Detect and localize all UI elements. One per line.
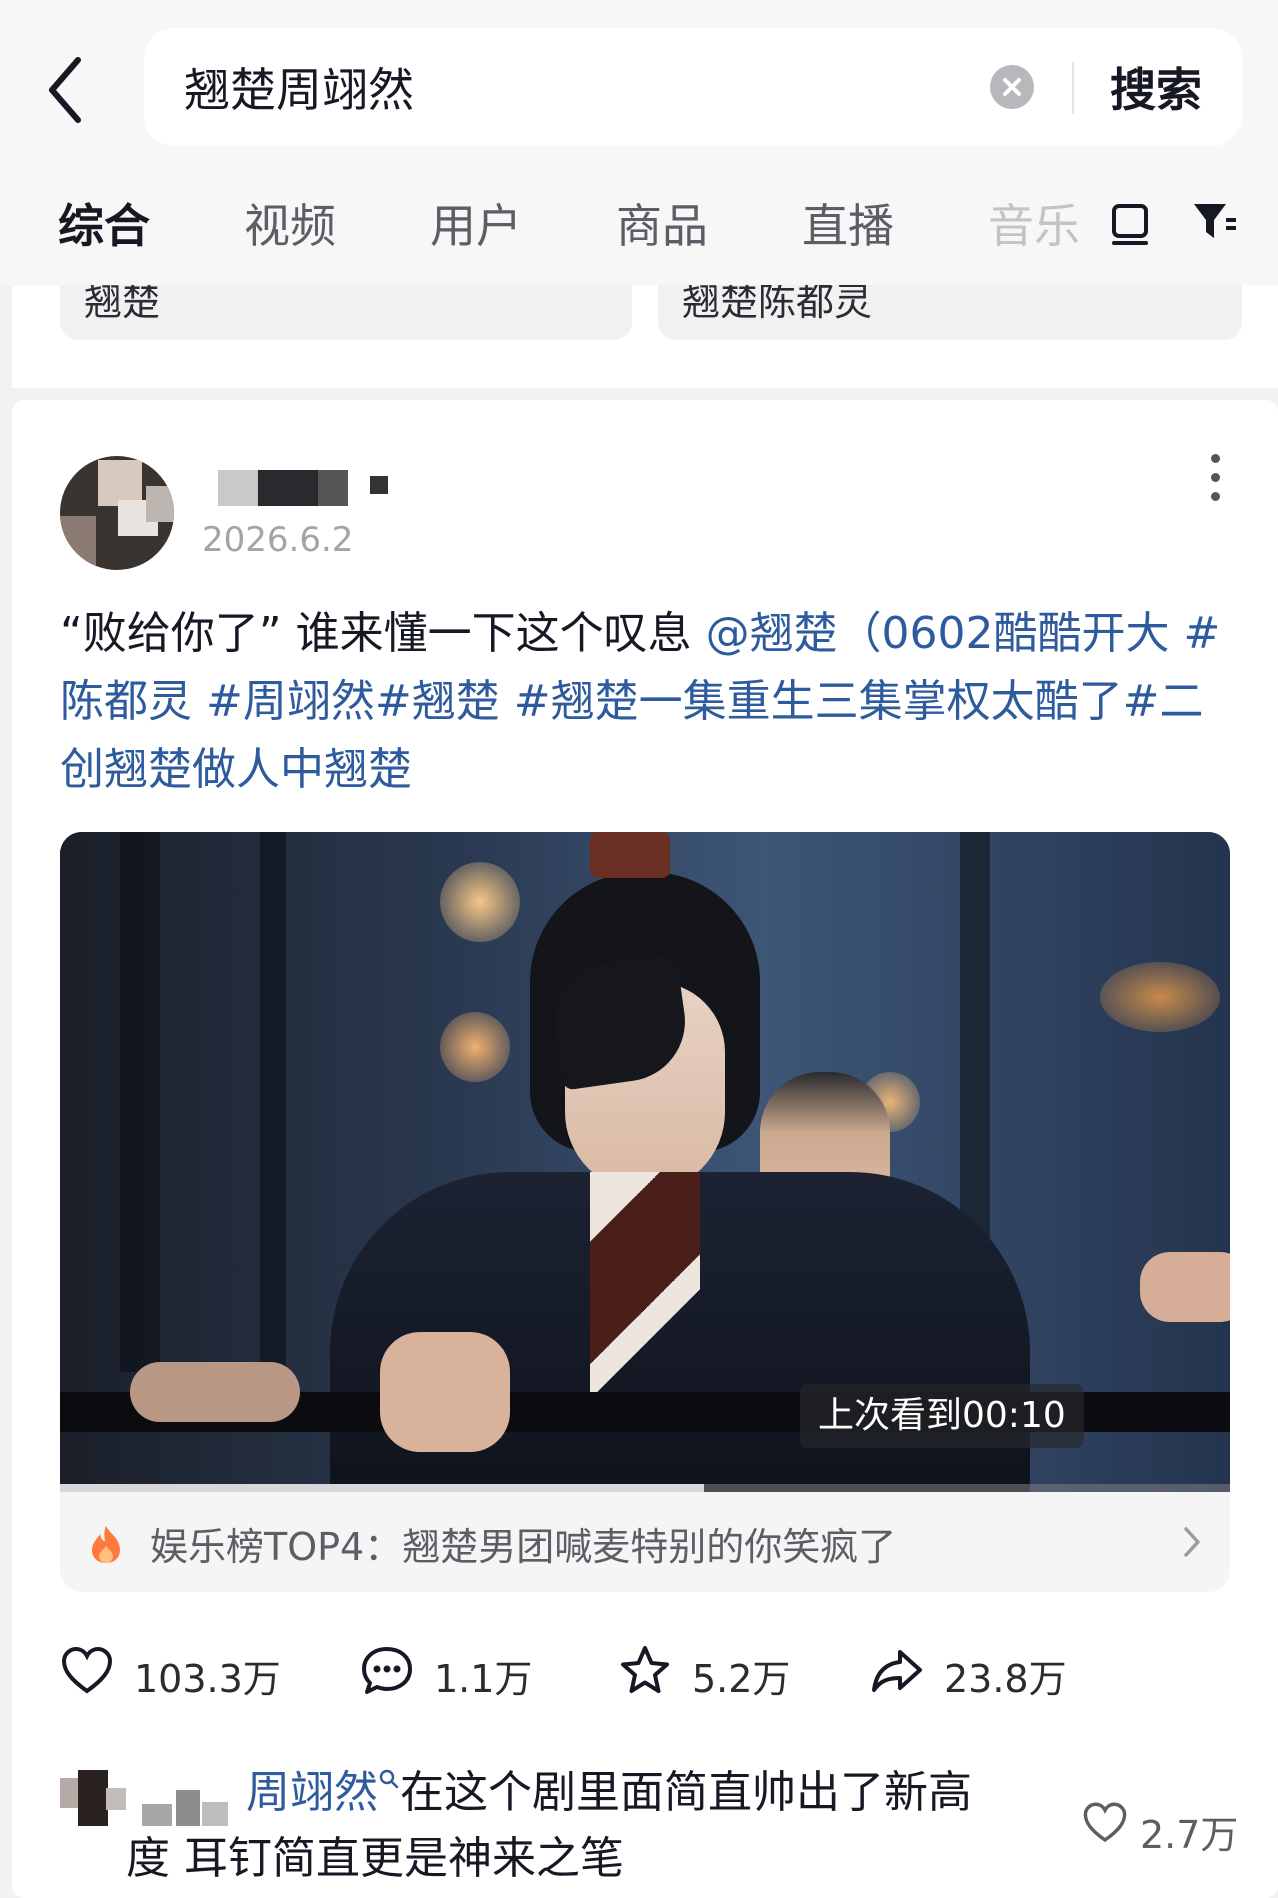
trending-rank-text: 娱乐榜TOP4：翘楚男团喊麦特别的你笑疯了 — [150, 1525, 897, 1569]
comment-icon — [362, 1647, 412, 1694]
clear-icon[interactable] — [990, 65, 1034, 109]
search-icon — [379, 1769, 399, 1789]
video-player[interactable]: 上次看到00:10 — [60, 832, 1230, 1492]
comment-mention[interactable]: 周翊然 — [246, 1767, 378, 1818]
post-card: 2026.6.2 “败给你了” 谁来懂一下这个叹息 @翘楚（0602酷酷开大 #… — [12, 400, 1278, 1898]
search-button[interactable]: 搜索 — [1110, 54, 1202, 120]
post-action-bar: 103.3万 1.1万 5.2万 23.8万 — [12, 1610, 1278, 1730]
comment-count: 1.1万 — [434, 1657, 533, 1701]
favorite-count: 5.2万 — [692, 1657, 791, 1701]
tab-live[interactable]: 直播 — [802, 190, 894, 256]
tab-music[interactable]: 音乐 — [988, 190, 1080, 256]
post-caption: “败给你了” 谁来懂一下这个叹息 @翘楚（0602酷酷开大 #陈都灵 #周翊然#… — [60, 600, 1240, 804]
like-count: 103.3万 — [134, 1657, 281, 1701]
heart-icon — [1083, 1802, 1127, 1843]
top-comment[interactable]: 周翊然 在这个剧里面简直帅出了新高度 耳钉简直更是神来之笔 2.7万 — [12, 1760, 1278, 1898]
star-icon — [621, 1646, 669, 1693]
tab-video[interactable]: 视频 — [244, 190, 336, 256]
tab-general[interactable]: 综合 — [58, 190, 150, 256]
related-card-left[interactable]: 翘楚 — [60, 285, 632, 340]
comment-like-button[interactable]: 2.7万 — [1082, 1800, 1238, 1857]
share-count: 23.8万 — [944, 1657, 1067, 1701]
trending-rank-bar[interactable]: 娱乐榜TOP4：翘楚男团喊麦特别的你笑疯了 — [60, 1492, 1230, 1592]
related-cards-strip: 翘楚 翘楚陈都灵 — [12, 285, 1278, 388]
commenter-avatar-blurred[interactable] — [60, 1770, 126, 1830]
related-card-label: 翘楚 — [84, 285, 161, 324]
share-icon — [872, 1650, 922, 1692]
category-tabs: 综合 视频 用户 商品 直播 音乐 — [0, 190, 1278, 260]
caption-text: “败给你了” 谁来懂一下这个叹息 — [60, 608, 706, 659]
video-progress-bar[interactable] — [60, 1484, 1230, 1492]
search-header: 翘楚周翊然 搜索 综合 视频 用户 商品 直播 音乐 — [0, 0, 1278, 285]
heart-icon — [61, 1646, 113, 1694]
search-query[interactable]: 翘楚周翊然 — [184, 54, 414, 120]
video-progress-fill — [60, 1484, 704, 1492]
fire-icon — [92, 1526, 120, 1563]
comment-line-1: 在这个剧里面简直帅出了新高 — [400, 1767, 972, 1818]
comment-line-2: 度 耳钉简直更是神来之笔 — [126, 1833, 624, 1884]
post-date: 2026.6.2 — [202, 520, 354, 560]
resume-position-label[interactable]: 上次看到00:10 — [800, 1384, 1084, 1448]
layout-toggle-icon[interactable] — [1105, 198, 1155, 248]
divider — [1072, 62, 1074, 114]
back-arrow-icon[interactable] — [40, 50, 90, 130]
chevron-right-icon — [1184, 1527, 1200, 1557]
comment-like-count: 2.7万 — [1140, 1813, 1239, 1857]
tab-users[interactable]: 用户 — [430, 190, 522, 256]
tab-products[interactable]: 商品 — [616, 190, 708, 256]
related-card-right[interactable]: 翘楚陈都灵 — [658, 285, 1242, 340]
comment-text: 周翊然 在这个剧里面简直帅出了新高度 耳钉简直更是神来之笔 — [126, 1760, 1086, 1892]
more-options-icon[interactable] — [1209, 454, 1221, 502]
filter-icon[interactable] — [1190, 198, 1240, 248]
related-card-label: 翘楚陈都灵 — [682, 285, 873, 324]
avatar[interactable] — [60, 456, 174, 570]
search-box[interactable]: 翘楚周翊然 搜索 — [144, 28, 1242, 146]
username-blurred[interactable] — [218, 470, 388, 506]
